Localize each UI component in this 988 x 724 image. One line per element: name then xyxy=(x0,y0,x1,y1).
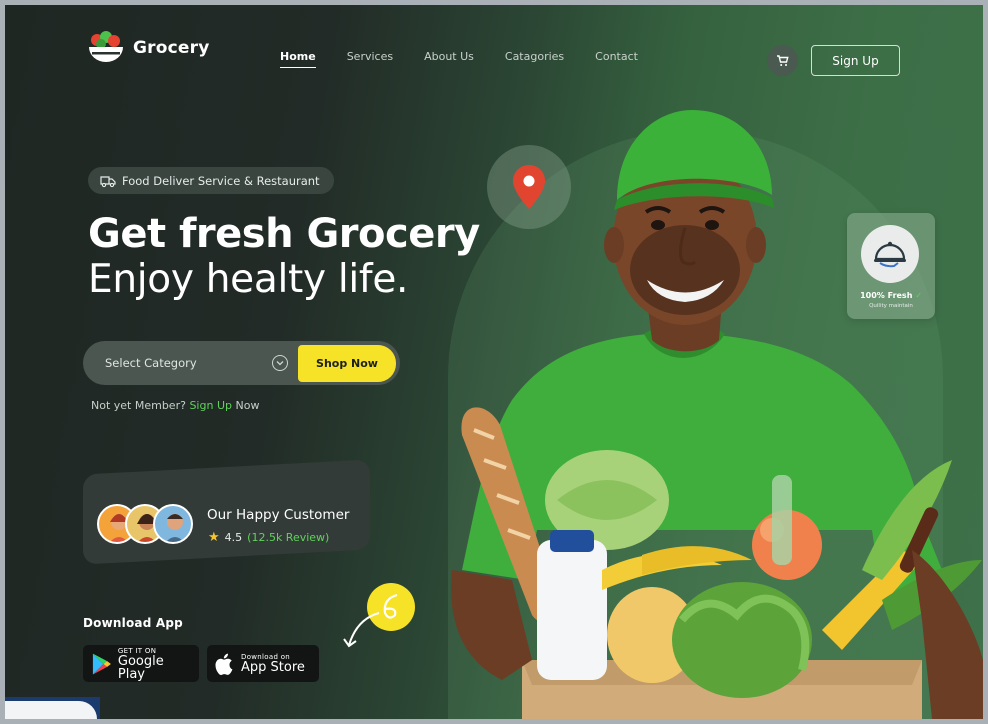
customer-rating: ★ 4.5 (12.5k Review) xyxy=(208,530,329,545)
hero-title: Get fresh Grocery xyxy=(88,211,480,257)
member-prefix: Not yet Member? xyxy=(91,399,186,412)
member-signup-link[interactable]: Sign Up xyxy=(189,399,232,412)
nav-categories[interactable]: Catagories xyxy=(505,50,564,63)
app-store-button[interactable]: Download on App Store xyxy=(207,645,319,682)
chevron-down-icon xyxy=(272,355,288,371)
rating-value: 4.5 xyxy=(224,531,243,544)
arrow-icon xyxy=(343,612,380,648)
nav-services[interactable]: Services xyxy=(347,50,393,63)
star-icon: ★ xyxy=(208,530,220,545)
brand-logo[interactable]: Grocery xyxy=(87,29,210,67)
landing-page: 100% Fresh ✓ Quility maintain Grocery Ho… xyxy=(5,5,983,719)
shop-now-button[interactable]: Shop Now xyxy=(298,344,396,382)
member-prompt: Not yet Member? Sign Up Now xyxy=(91,399,259,412)
hero-subtitle: Enjoy healty life. xyxy=(88,257,409,302)
delivery-man-image xyxy=(451,110,983,719)
category-select[interactable]: Select Category xyxy=(83,341,298,385)
member-suffix: Now xyxy=(235,399,260,412)
category-select-label: Select Category xyxy=(105,356,197,370)
fresh-subtitle: Quility maintain xyxy=(869,303,913,309)
google-play-button[interactable]: GET IT ON Google Play xyxy=(83,645,199,682)
nav-about-us[interactable]: About Us xyxy=(424,50,474,63)
service-pill: Food Deliver Service & Restaurant xyxy=(88,167,334,194)
check-icon: ✓ xyxy=(915,291,922,300)
customer-title: Our Happy Customer xyxy=(207,507,350,523)
fresh-quality-card: 100% Fresh ✓ Quility maintain xyxy=(847,213,935,319)
nav-contact[interactable]: Contact xyxy=(595,50,638,63)
signup-button[interactable]: Sign Up xyxy=(811,45,900,76)
cart-button[interactable] xyxy=(767,45,798,76)
download-title: Download App xyxy=(83,616,183,630)
cart-icon xyxy=(777,54,789,66)
fresh-title: 100% Fresh ✓ xyxy=(860,291,922,300)
customer-avatars xyxy=(97,504,193,544)
brand-name: Grocery xyxy=(133,38,210,58)
main-nav: Home Services About Us Catagories Contac… xyxy=(280,50,638,68)
corner-overlay xyxy=(5,701,97,719)
service-pill-label: Food Deliver Service & Restaurant xyxy=(122,173,320,188)
delivery-truck-icon xyxy=(100,175,116,187)
app-store-big: App Store xyxy=(241,660,305,675)
cloche-icon xyxy=(861,225,919,283)
google-play-icon xyxy=(92,653,111,674)
apple-icon xyxy=(215,653,233,675)
nav-home[interactable]: Home xyxy=(280,50,316,68)
review-count: (12.5k Review) xyxy=(247,531,330,544)
category-search-bar: Select Category Shop Now xyxy=(83,341,400,385)
google-play-big: Google Play xyxy=(117,653,164,682)
avatar xyxy=(153,504,193,544)
bowl-logo-icon xyxy=(87,29,125,67)
